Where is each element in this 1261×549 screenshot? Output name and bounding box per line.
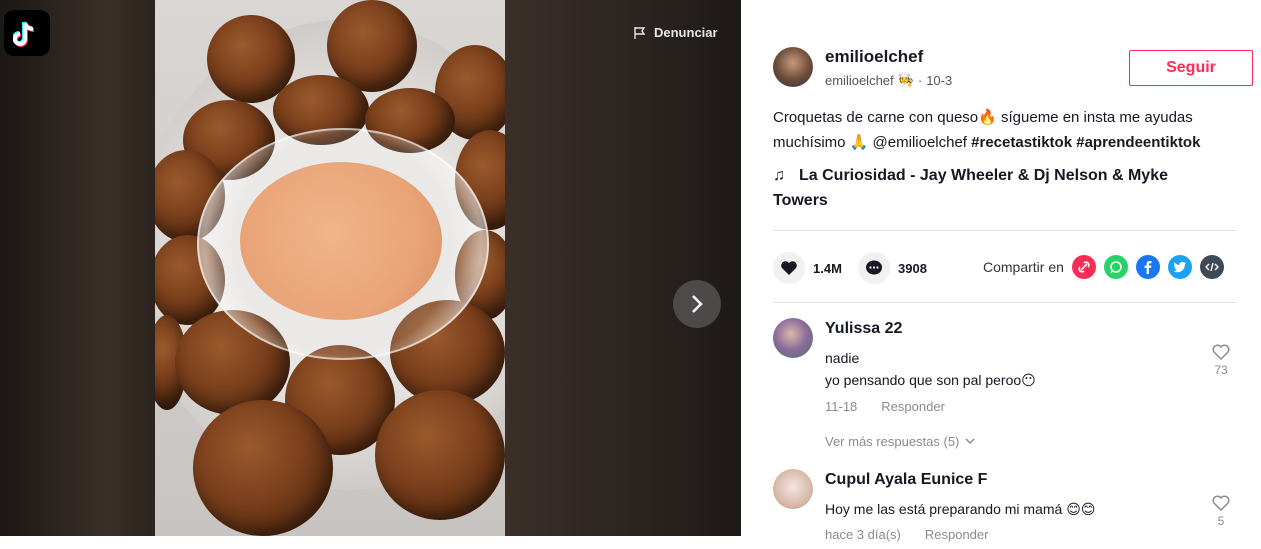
report-button[interactable]: Denunciar [633, 25, 718, 40]
commenter-name[interactable]: Yulissa 22 [825, 320, 902, 338]
video-blur-background-right [505, 0, 741, 536]
chevron-down-icon [965, 438, 975, 445]
hashtag-link[interactable]: #aprendeentiktok [1076, 134, 1200, 151]
flag-icon [634, 26, 646, 39]
video-frame[interactable] [155, 0, 505, 536]
divider [773, 302, 1236, 303]
post-date: 10-3 [926, 72, 953, 88]
heart-icon [781, 261, 797, 275]
comment-date: 11-18 [825, 399, 858, 414]
like-count: 1.4M [813, 260, 842, 276]
comment-like[interactable]: 73 [1211, 343, 1231, 377]
share-bar: Compartir en [983, 255, 1224, 279]
next-video-button[interactable] [673, 280, 721, 328]
like-stat[interactable]: 1.4M [773, 252, 842, 284]
comment-like-count: 73 [1214, 363, 1228, 377]
commenter-avatar[interactable] [773, 318, 813, 358]
comment-date: hace 3 día(s) [825, 527, 901, 542]
author-avatar[interactable] [773, 47, 813, 87]
hashtag-link[interactable]: #recetastiktok [971, 134, 1072, 151]
croquette [193, 400, 333, 536]
link-icon[interactable] [1071, 255, 1096, 279]
divider [773, 230, 1236, 231]
commenter-avatar[interactable] [773, 469, 813, 509]
comment-like-count: 5 [1217, 514, 1225, 528]
caption-text: Croquetas de carne con queso [773, 109, 979, 126]
like-button[interactable] [773, 252, 805, 284]
comment-count: 3908 [898, 260, 927, 276]
facebook-icon[interactable] [1135, 255, 1160, 279]
music-title: La Curiosidad - Jay Wheeler & Dj Nelson … [773, 167, 1168, 209]
comment-text: yo pensando que son pal peroo [825, 372, 1022, 388]
comment-like[interactable]: 5 [1211, 494, 1231, 528]
report-label: Denunciar [654, 25, 718, 40]
pray-emoji: 🙏 [849, 134, 869, 151]
video-player[interactable]: Denunciar [0, 0, 741, 536]
comment-stat[interactable]: 3908 [858, 252, 927, 284]
comment-text-line: yo pensando que son pal peroo😶 [825, 369, 1036, 391]
heart-outline-icon [1212, 344, 1230, 361]
reply-button[interactable]: Responder [925, 527, 989, 542]
video-caption: Croquetas de carne con queso🔥 sígueme en… [773, 105, 1243, 155]
tiktok-note-icon [13, 21, 35, 47]
chef-emoji: 🧑‍🍳 [897, 72, 914, 87]
twitter-icon[interactable] [1167, 255, 1192, 279]
heart-outline-icon [1212, 495, 1230, 512]
video-blur-background-left [0, 0, 155, 536]
comment-text-line: nadie [825, 350, 860, 366]
reply-button[interactable]: Responder [881, 399, 945, 414]
music-link[interactable]: ♫ La Curiosidad - Jay Wheeler & Dj Nelson… [773, 163, 1223, 213]
sauce [240, 162, 442, 320]
follow-button[interactable]: Seguir [1129, 50, 1253, 86]
comment-text-line: Hoy me las está preparando mi mamá 😊😊 [825, 498, 1095, 520]
view-more-replies-label: Ver más respuestas (5) [825, 434, 960, 449]
emoji: 😶 [1021, 372, 1036, 388]
commenter-name[interactable]: Cupul Ayala Eunice F [825, 471, 987, 489]
chevron-right-icon [692, 295, 703, 313]
details-panel: emilioelchef emilioelchef 🧑‍🍳 · 10-3 Seg… [741, 0, 1261, 542]
croquette [375, 390, 505, 520]
emoji: 😊😊 [1066, 501, 1096, 517]
dot-separator: · [917, 72, 923, 88]
comment-item: Cupul Ayala Eunice F Hoy me las está pre… [773, 469, 1243, 549]
comment-button[interactable] [858, 252, 890, 284]
author-subline: emilioelchef 🧑‍🍳 · 10-3 [825, 72, 952, 88]
tiktok-logo[interactable] [4, 10, 50, 56]
fire-emoji: 🔥 [978, 109, 997, 126]
caption-mention[interactable]: @emilioelchef [868, 134, 971, 151]
comment-meta: hace 3 día(s) Responder [825, 527, 988, 542]
author-handle: emilioelchef [825, 72, 894, 88]
comment-text: Hoy me las está preparando mi mamá [825, 501, 1067, 517]
comment-bubble-icon [866, 260, 882, 275]
embed-icon[interactable] [1199, 255, 1224, 279]
author-username[interactable]: emilioelchef [825, 47, 923, 67]
whatsapp-icon[interactable] [1103, 255, 1128, 279]
share-label: Compartir en [983, 259, 1064, 275]
comment-meta: 11-18 Responder [825, 399, 945, 414]
view-more-replies[interactable]: Ver más respuestas (5) [825, 434, 975, 449]
music-note-icon: ♫ [773, 167, 785, 184]
